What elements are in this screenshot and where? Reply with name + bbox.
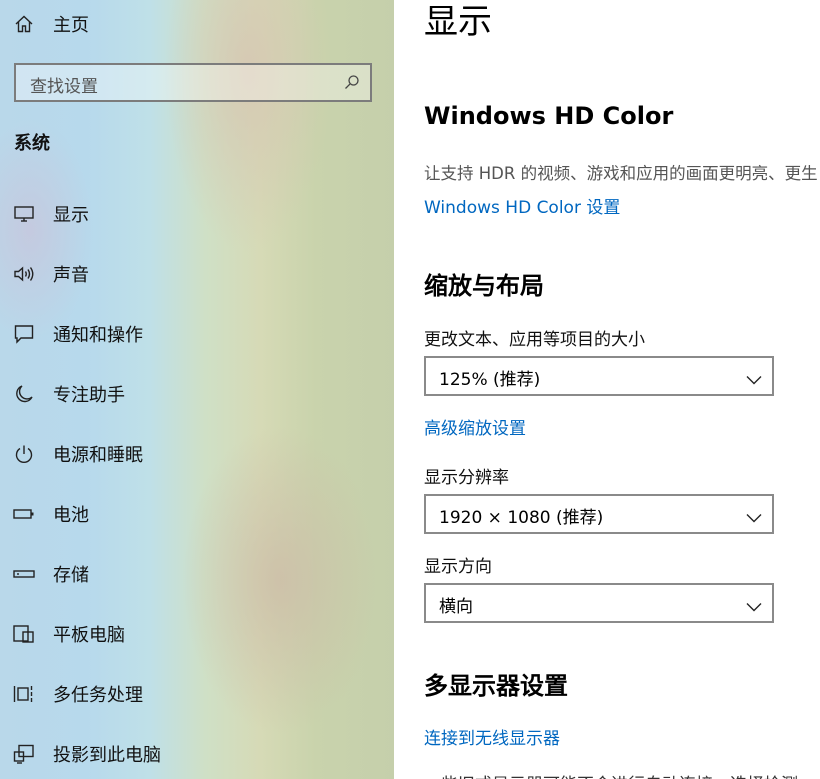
- sidebar-item-label: 声音: [53, 265, 89, 286]
- sidebar-item-project-to-pc[interactable]: 投影到此电脑: [0, 732, 394, 776]
- nav-home-label: 主页: [53, 15, 89, 36]
- sidebar-item-label: 专注助手: [53, 385, 125, 406]
- home-icon: [13, 13, 35, 35]
- sidebar-item-multitasking[interactable]: 多任务处理: [0, 672, 394, 716]
- orientation-value: 横向: [439, 597, 473, 617]
- text-size-dropdown[interactable]: 125% (推荐): [424, 356, 774, 396]
- sidebar-item-label: 多任务处理: [53, 685, 143, 706]
- sidebar-item-battery[interactable]: 电池: [0, 492, 394, 536]
- wireless-display-link[interactable]: 连接到无线显示器: [424, 724, 560, 749]
- multitask-icon: [13, 683, 35, 705]
- sidebar-item-label: 通知和操作: [53, 325, 143, 346]
- main-content: 显示 Windows HD Color 让支持 HDR 的视频、游戏和应用的画面…: [394, 0, 820, 779]
- sidebar-item-label: 电池: [53, 505, 89, 526]
- section-title: 系统: [14, 133, 50, 154]
- multi-display-heading: 多显示器设置: [424, 672, 568, 700]
- sidebar: 主页 查找设置 系统 显示 声音 通知和操作 专注助手 电源和睡眠 电池 存储 …: [0, 0, 394, 779]
- resolution-label: 显示分辨率: [424, 468, 509, 488]
- chevron-down-icon: [746, 597, 762, 616]
- moon-icon: [13, 383, 35, 405]
- battery-icon: [13, 503, 35, 525]
- hdr-settings-link[interactable]: Windows HD Color 设置: [424, 193, 620, 218]
- monitor-icon: [13, 203, 35, 225]
- sidebar-item-tablet[interactable]: 平板电脑: [0, 612, 394, 656]
- nav-home[interactable]: 主页: [0, 4, 394, 44]
- resolution-value: 1920 × 1080 (推荐): [439, 508, 604, 528]
- project-icon: [13, 743, 35, 765]
- multi-display-note: 一些旧式显示器可能不会进行自动连接，选择检测: [424, 770, 798, 779]
- chevron-down-icon: [746, 508, 762, 527]
- power-icon: [13, 443, 35, 465]
- scale-heading: 缩放与布局: [424, 272, 544, 300]
- search-icon[interactable]: [344, 74, 360, 94]
- sidebar-item-power-sleep[interactable]: 电源和睡眠: [0, 432, 394, 476]
- resolution-dropdown[interactable]: 1920 × 1080 (推荐): [424, 494, 774, 534]
- sidebar-item-storage[interactable]: 存储: [0, 552, 394, 596]
- text-size-value: 125% (推荐): [439, 370, 541, 390]
- sidebar-item-label: 存储: [53, 565, 89, 586]
- tablet-icon: [13, 623, 35, 645]
- search-box[interactable]: 查找设置: [14, 63, 372, 102]
- hdr-description: 让支持 HDR 的视频、游戏和应用的画面更明亮、更生: [424, 164, 818, 183]
- speaker-icon: [13, 263, 35, 285]
- hdr-heading: Windows HD Color: [424, 102, 674, 130]
- search-input[interactable]: 查找设置: [30, 72, 98, 97]
- sidebar-item-label: 平板电脑: [53, 625, 125, 646]
- sidebar-item-sound[interactable]: 声音: [0, 252, 394, 296]
- orientation-label: 显示方向: [424, 557, 492, 577]
- sidebar-item-label: 投影到此电脑: [53, 745, 161, 766]
- advanced-scaling-link[interactable]: 高级缩放设置: [424, 414, 526, 439]
- notification-icon: [13, 323, 35, 345]
- sidebar-item-display[interactable]: 显示: [0, 192, 394, 236]
- orientation-dropdown[interactable]: 横向: [424, 583, 774, 623]
- sidebar-item-label: 电源和睡眠: [53, 445, 143, 466]
- sidebar-item-label: 显示: [53, 205, 89, 226]
- text-size-label: 更改文本、应用等项目的大小: [424, 330, 645, 350]
- page-title: 显示: [424, 2, 492, 42]
- sidebar-item-focus-assist[interactable]: 专注助手: [0, 372, 394, 416]
- storage-icon: [13, 563, 35, 585]
- sidebar-item-notifications[interactable]: 通知和操作: [0, 312, 394, 356]
- chevron-down-icon: [746, 370, 762, 389]
